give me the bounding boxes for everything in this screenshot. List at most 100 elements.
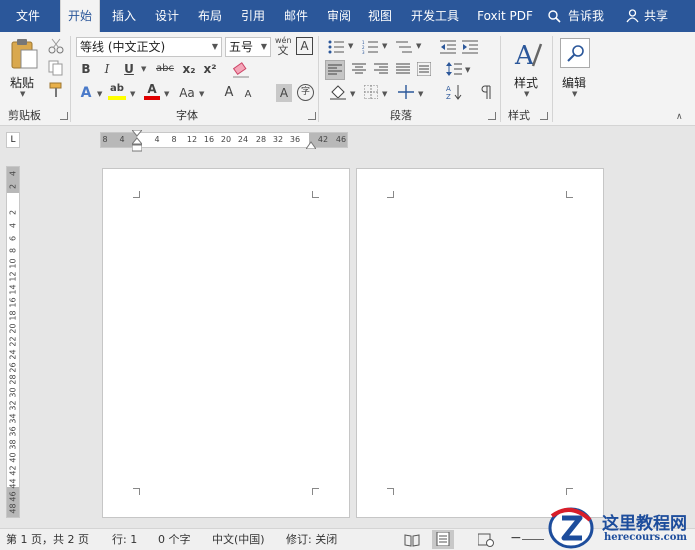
ruler-number: 24 [8,349,18,360]
subscript-button[interactable]: x₂ [180,60,198,78]
italic-button[interactable]: I [100,60,114,78]
tab-view[interactable]: 视图 [360,0,400,32]
editing-dropdown-icon: ▼ [572,90,578,98]
bullets-icon[interactable] [328,40,344,54]
margin-corner-marker [387,191,394,198]
underline-button[interactable]: U [122,60,136,78]
document-page-1[interactable] [102,168,350,518]
numbering-icon[interactable]: 123 [362,40,378,54]
align-left-button[interactable] [325,60,345,80]
font-color-icon[interactable]: A [144,82,160,100]
clipboard-dialog-launcher[interactable] [60,112,68,120]
line-status[interactable]: 行: 1 [112,532,137,548]
tell-me-search[interactable]: 告诉我 [546,0,612,32]
track-changes-status[interactable]: 修订: 关闭 [286,532,337,548]
tab-file[interactable]: 文件 [8,0,48,32]
format-painter-icon[interactable] [48,82,64,98]
tab-insert[interactable]: 插入 [104,0,144,32]
tab-home[interactable]: 开始 [60,0,100,32]
grow-font-button[interactable]: A [222,84,236,102]
document-page-2[interactable] [356,168,604,518]
line-spacing-dropdown-icon[interactable]: ▼ [465,66,470,74]
bold-button[interactable]: B [78,60,94,78]
tab-design[interactable]: 设计 [147,0,187,32]
sort-icon[interactable]: AZ [446,84,462,100]
numbering-dropdown-icon[interactable]: ▼ [382,42,387,50]
chinese-layout-icon[interactable] [398,85,414,99]
change-case-dropdown-icon[interactable]: ▼ [199,90,204,98]
text-effects-icon[interactable]: A [78,84,94,102]
enclose-characters-button[interactable]: 字 [297,84,314,101]
styles-dropdown-icon: ▼ [524,90,530,98]
copy-icon[interactable] [48,60,64,76]
change-case-button[interactable]: Aa [178,84,196,102]
word-count-status[interactable]: 0 个字 [158,532,191,548]
underline-dropdown-icon[interactable]: ▼ [141,65,146,73]
font-color-dropdown-icon[interactable]: ▼ [164,90,169,98]
font-size-select[interactable]: 五号 ▼ [225,37,271,57]
editing-button[interactable]: 编辑 ▼ [558,36,594,104]
page-count-status[interactable]: 第 1 页，共 2 页 [6,532,89,548]
distributed-icon[interactable] [417,62,431,76]
text-effects-dropdown-icon[interactable]: ▼ [97,90,102,98]
borders-dropdown-icon[interactable]: ▼ [382,90,387,98]
show-marks-icon[interactable] [480,85,492,99]
vertical-ruler[interactable]: 4 2 2 4 6 8 10 12 14 16 18 20 22 24 26 28 30 32 34 36 38 40 42… [6,166,20,518]
align-right-icon[interactable] [374,63,388,75]
align-center-icon[interactable] [352,63,366,75]
web-layout-icon[interactable] [478,533,494,547]
highlight-dropdown-icon[interactable]: ▼ [130,90,135,98]
shrink-font-button[interactable]: A [242,86,254,104]
read-mode-icon[interactable] [404,533,420,547]
tab-mailings[interactable]: 邮件 [276,0,316,32]
borders-icon[interactable] [364,85,378,99]
styles-dialog-launcher[interactable] [540,112,548,120]
tab-review[interactable]: 审阅 [319,0,359,32]
cut-icon[interactable] [48,38,64,54]
ruler-number: 26 [8,361,18,373]
phonetic-guide-icon[interactable]: wén 文 [275,36,292,57]
paste-button[interactable]: 粘贴 ▼ [6,36,42,104]
tab-references[interactable]: 引用 [233,0,273,32]
print-layout-button[interactable] [432,530,454,549]
character-border-icon[interactable]: A [296,37,313,55]
bullets-dropdown-icon[interactable]: ▼ [348,42,353,50]
right-indent-marker[interactable] [306,141,316,149]
font-name-select[interactable]: 等线 (中文正文) ▼ [76,37,222,57]
zoom-slider[interactable] [522,539,544,540]
increase-indent-icon[interactable] [462,40,478,54]
styles-button[interactable]: A 样式 ▼ [508,36,548,104]
language-status[interactable]: 中文(中国) [212,532,265,548]
superscript-button[interactable]: x² [201,60,219,78]
strikethrough-button[interactable]: abc [154,60,176,78]
clipboard-group-label: 剪贴板 [8,109,41,122]
tab-layout[interactable]: 布局 [190,0,230,32]
font-dialog-launcher[interactable] [308,112,316,120]
zoom-out-button[interactable]: − [510,530,522,546]
justify-icon[interactable] [396,63,410,75]
tab-selector[interactable]: L [6,132,20,148]
chinese-layout-dropdown-icon[interactable]: ▼ [418,90,423,98]
first-line-indent-marker[interactable] [132,130,142,152]
editing-icon-frame [560,38,590,68]
clear-formatting-icon[interactable] [232,62,250,78]
paragraph-dialog-launcher[interactable] [488,112,496,120]
collapse-ribbon-icon[interactable]: ∧ [676,112,683,122]
highlight-color-icon[interactable]: ab [108,82,126,100]
svg-text:A: A [514,41,535,70]
share-button[interactable]: 共享 [624,0,674,32]
decrease-indent-icon[interactable] [440,40,456,54]
multilevel-dropdown-icon[interactable]: ▼ [416,42,421,50]
multilevel-list-icon[interactable] [396,40,412,54]
character-shading-button[interactable]: A [276,84,292,102]
tab-developer[interactable]: 开发工具 [404,0,466,32]
ruler-number: 20 [8,323,18,334]
shading-dropdown-icon[interactable]: ▼ [350,90,355,98]
shading-icon[interactable] [330,84,346,100]
group-separator [70,36,71,122]
ruler-number: 46 [8,490,18,502]
line-spacing-icon[interactable] [446,62,462,76]
ruler-number: 34 [8,413,18,424]
tab-foxit-pdf[interactable]: Foxit PDF [472,0,538,32]
horizontal-ruler[interactable]: 8 4 4 8 12 16 20 24 28 32 36 42 46 [100,130,348,152]
